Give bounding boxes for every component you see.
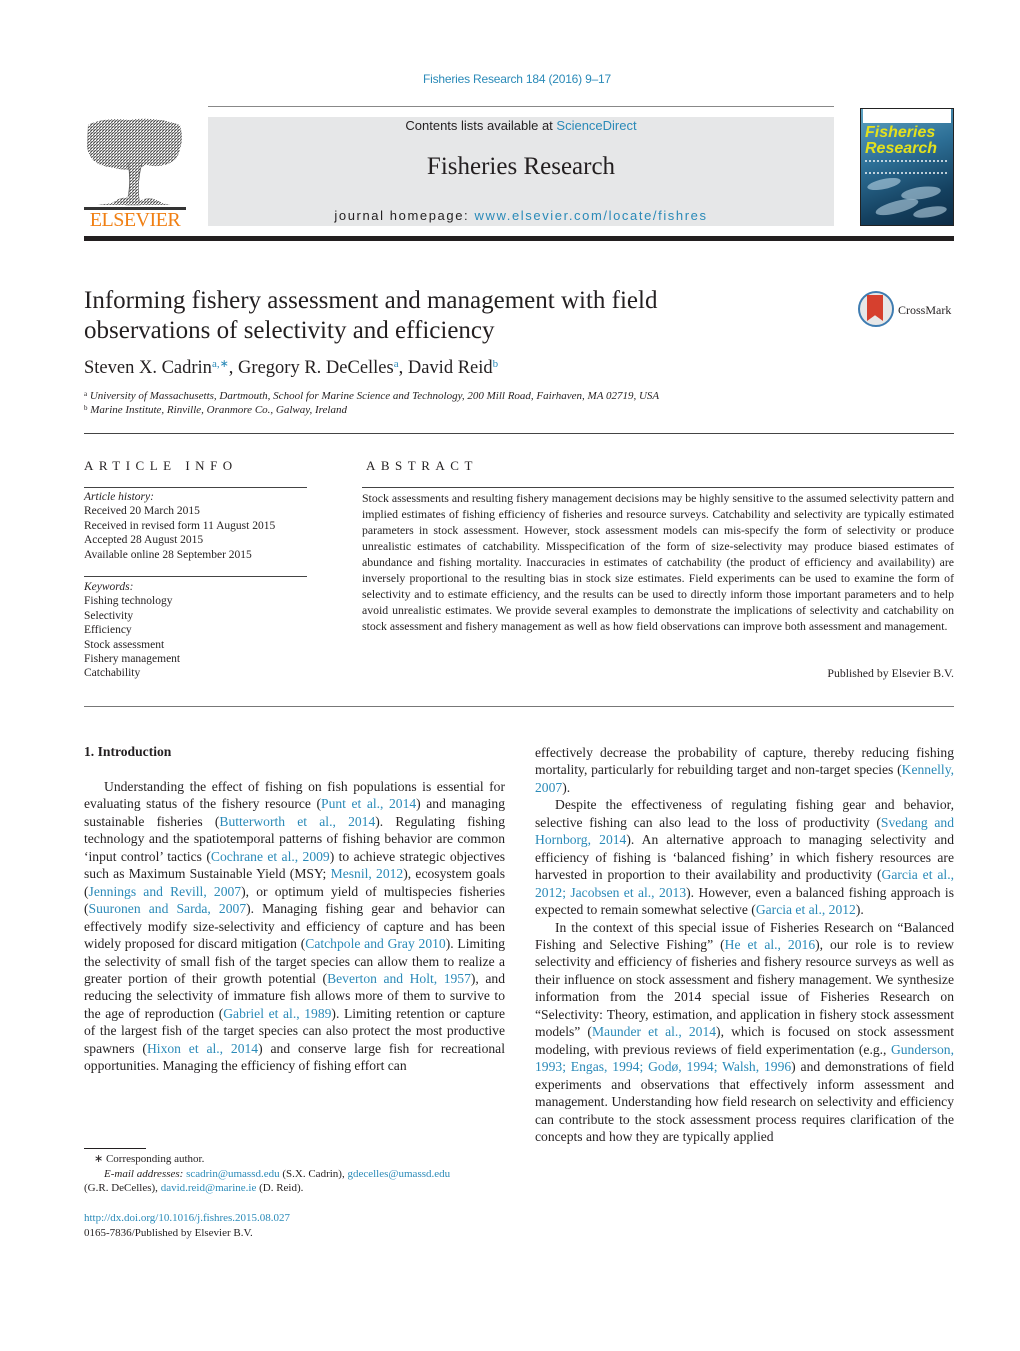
affiliation-mark: a [84, 390, 88, 398]
footnotes: ∗ Corresponding author. E-mail addresses… [84, 1152, 514, 1196]
affiliation-a: a University of Massachusetts, Dartmouth… [84, 390, 659, 402]
citation-link[interactable]: Garcia et al., 2012 [756, 902, 856, 917]
history-item: Accepted 28 August 2015 [84, 534, 204, 547]
affiliation-text: Marine Institute, Rinville, Oranmore Co.… [90, 404, 347, 416]
citation-link[interactable]: Butterworth et al., 2014 [219, 814, 375, 829]
keyword-item: Fishery management [84, 653, 181, 666]
keyword-item: Selectivity [84, 609, 134, 622]
front-matter-rule [84, 706, 954, 707]
author-name: Gregory R. DeCelles [238, 358, 394, 378]
keywords-list: Keywords: Fishing technology Selectivity… [84, 580, 180, 681]
citation-link[interactable]: Gabriel et al., 1989 [223, 1006, 331, 1021]
author-affiliation-mark[interactable]: b [493, 358, 499, 370]
citation-link[interactable]: Mesnil, 2012 [331, 866, 404, 881]
author-list: Steven X. Cadrina,∗, Gregory R. DeCelles… [84, 358, 499, 378]
journal-banner: Contents lists available at ScienceDirec… [208, 117, 834, 226]
citation-link[interactable]: Cochrane et al., 2009 [211, 849, 330, 864]
article-info-heading: ARTICLE INFO [84, 458, 238, 473]
issn-line: 0165-7836/Published by Elsevier B.V. [84, 1226, 253, 1239]
elsevier-tree-icon [84, 118, 186, 210]
citation-link[interactable]: Maunder et al., 2014 [592, 1024, 716, 1039]
corresponding-author-note: ∗ Corresponding author. [94, 1153, 205, 1165]
affiliation-text: University of Massachusetts, Dartmouth, … [89, 390, 660, 402]
citation-link[interactable]: Punt et al., 2014 [321, 796, 416, 811]
header-rule [208, 106, 834, 107]
journal-title: Fisheries Research [426, 153, 616, 180]
email-owner: (G.R. DeCelles), [84, 1182, 161, 1194]
keyword-item: Fishing technology [84, 595, 173, 608]
journal-cover-thumbnail[interactable]: Fisheries Research [860, 108, 954, 226]
body-paragraph: Understanding the effect of fishing on f… [84, 778, 505, 1075]
citation-link[interactable]: He et al., 2016 [725, 937, 815, 952]
abstract-heading: ABSTRACT [366, 458, 478, 473]
body-paragraph: effectively decrease the probability of … [535, 744, 954, 796]
email-owner: (D. Reid). [256, 1182, 304, 1194]
doi-link[interactable]: http://dx.doi.org/10.1016/j.fishres.2015… [84, 1212, 290, 1224]
history-item: Received in revised form 11 August 2015 [84, 519, 276, 532]
author-name: Steven X. Cadrin [84, 358, 212, 378]
cover-fish-shape [866, 175, 902, 193]
footnote-rule [84, 1148, 146, 1149]
body-text: ). [855, 902, 864, 918]
body-column-left: Understanding the effect of fishing on f… [84, 778, 505, 1075]
email-line-cont: (G.R. DeCelles), david.reid@marine.ie (D… [84, 1181, 514, 1196]
body-paragraph: Despite the effectiveness of regulating … [535, 796, 954, 918]
cover-title: Fisheries Research [865, 125, 937, 157]
doi-block: http://dx.doi.org/10.1016/j.fishres.2015… [84, 1211, 290, 1240]
cover-fish-shape [912, 204, 948, 220]
history-item: Received 20 March 2015 [84, 505, 200, 518]
body-column-right: effectively decrease the probability of … [535, 744, 954, 1145]
affiliation-mark: b [84, 404, 88, 412]
elsevier-logo[interactable]: ELSEVIER [84, 117, 186, 231]
crossmark-button[interactable]: CrossMark [858, 290, 958, 330]
cover-title-line1: Fisheries [865, 124, 936, 141]
abstract-publisher: Published by Elsevier B.V. [827, 666, 954, 680]
author-affiliation-mark[interactable]: a [394, 358, 399, 370]
title-block-rule [84, 433, 954, 434]
email-link[interactable]: david.reid@marine.ie [161, 1182, 257, 1194]
contents-prefix: Contents lists available at [405, 118, 557, 133]
article-history: Article history: Received 20 March 2015 … [84, 490, 275, 562]
abstract-text: Stock assessments and resulting fishery … [362, 491, 954, 633]
body-text: effectively decrease the probability of … [535, 745, 954, 778]
history-item: Available online 28 September 2015 [84, 548, 252, 561]
email-owner: (S.X. Cadrin), [279, 1167, 348, 1180]
cover-subtitle [865, 160, 947, 174]
citation-link[interactable]: Jennings and Revill, 2007 [89, 884, 242, 899]
affiliation-b: b Marine Institute, Rinville, Oranmore C… [84, 404, 347, 416]
keywords-label: Keywords: [84, 581, 134, 593]
citation-link[interactable]: Suuronen and Sarda, 2007 [89, 901, 247, 916]
keyword-item: Stock assessment [84, 638, 165, 651]
body-paragraph: In the context of this special issue of … [535, 919, 954, 1146]
keywords-rule [84, 576, 307, 577]
cover-top-strip [863, 109, 951, 123]
homepage-link[interactable]: www.elsevier.com/locate/fishres [474, 208, 707, 223]
cover-title-line2: Research [865, 140, 938, 157]
article-info-rule [84, 487, 307, 488]
email-link[interactable]: gdecelles@umassd.edu [347, 1168, 450, 1180]
email-label: E-mail addresses: [104, 1167, 184, 1180]
article-title: Informing fishery assessment and managem… [84, 287, 658, 344]
article-history-label: Article history: [84, 491, 154, 503]
sciencedirect-link[interactable]: ScienceDirect [556, 118, 636, 133]
body-text: ). [562, 779, 571, 795]
homepage-prefix: journal homepage: [334, 208, 475, 223]
contents-line: Contents lists available at ScienceDirec… [208, 118, 834, 133]
abstract-rule [362, 487, 954, 488]
keyword-item: Efficiency [84, 624, 132, 637]
citation-link[interactable]: Beverton and Holt, 1957 [327, 971, 471, 986]
keyword-item: Catchability [84, 667, 141, 680]
header-thick-rule [84, 236, 954, 241]
email-link[interactable]: scadrin@umassd.edu [186, 1168, 280, 1180]
author-name: David Reid [407, 358, 493, 378]
crossmark-label: CrossMark [898, 303, 952, 317]
section-heading-introduction: 1. Introduction [84, 744, 172, 759]
journal-citation[interactable]: Fisheries Research 184 (2016) 9–17 [0, 72, 1020, 86]
email-line: E-mail addresses: scadrin@umassd.edu (S.… [84, 1167, 514, 1182]
homepage-line: journal homepage: www.elsevier.com/locat… [208, 208, 834, 223]
citation-link[interactable]: Catchpole and Gray 2010 [305, 936, 445, 951]
elsevier-wordmark: ELSEVIER [89, 209, 181, 231]
author-affiliation-mark[interactable]: a,∗ [212, 358, 229, 370]
citation-link[interactable]: Hixon et al., 2014 [147, 1041, 258, 1056]
